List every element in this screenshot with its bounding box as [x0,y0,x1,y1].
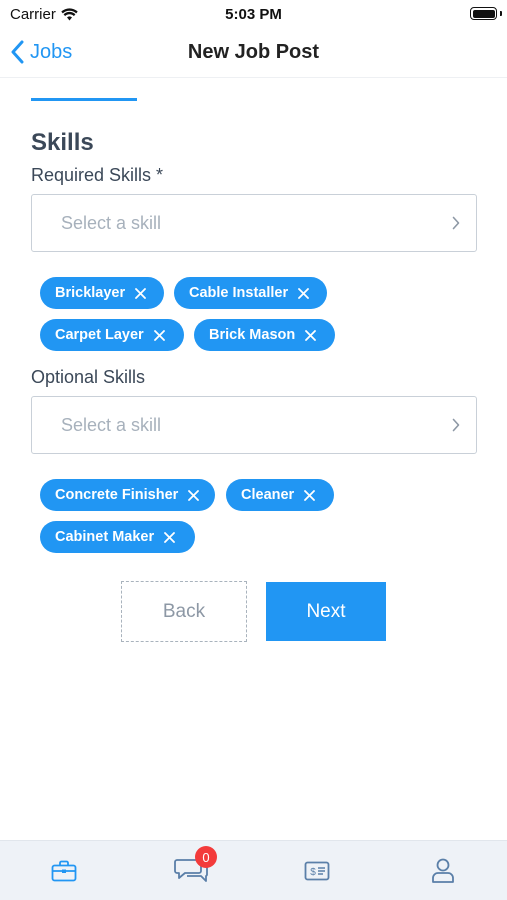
skill-chip-label: Concrete Finisher [55,487,179,503]
close-icon [188,489,200,501]
required-skill-select[interactable]: Select a skill [31,194,477,252]
optional-skill-placeholder: Select a skill [61,414,162,435]
battery-icon [470,7,497,20]
skill-chip-label: Bricklayer [55,285,126,301]
skill-chip-label: Cable Installer [189,285,289,301]
skill-chip: Concrete Finisher [40,479,215,511]
remove-skill-button[interactable] [164,531,176,543]
skill-chip-label: Carpet Layer [55,327,144,343]
remove-skill-button[interactable] [188,489,200,501]
optional-skill-select[interactable]: Select a skill [31,396,477,454]
section-title: Skills [31,129,94,156]
required-skill-placeholder: Select a skill [61,212,162,233]
close-icon [153,329,165,341]
status-bar: Carrier 5:03 PM [0,0,507,28]
skill-chip-label: Brick Mason [209,327,296,343]
tab-invoices[interactable]: $ [287,841,347,900]
skill-chip: Carpet Layer [40,319,184,351]
battery-tip [500,11,502,16]
messages-badge: 0 [195,846,217,868]
invoice-icon: $ [304,861,330,881]
skill-chip-label: Cabinet Maker [55,529,155,545]
close-icon [305,329,317,341]
remove-skill-button[interactable] [304,489,316,501]
navigation-bar: Jobs New Job Post [0,28,507,78]
close-icon [298,287,310,299]
remove-skill-button[interactable] [153,329,165,341]
remove-skill-button[interactable] [135,287,147,299]
remove-skill-button[interactable] [305,329,317,341]
chevron-right-icon [452,418,460,432]
skill-chip: Cabinet Maker [40,521,195,553]
optional-skills-label: Optional Skills [31,367,146,387]
status-time: 5:03 PM [225,6,282,23]
skill-chip: Bricklayer [40,277,164,309]
next-button[interactable]: Next [266,582,386,641]
svg-text:$: $ [310,867,316,878]
tab-profile[interactable] [413,841,473,900]
required-skills-label: Required Skills * [31,165,164,185]
skill-chip: Cleaner [226,479,334,511]
page-title: New Job Post [187,41,320,63]
skill-chip-label: Cleaner [241,487,295,503]
skill-chip: Cable Installer [174,277,327,309]
chevron-right-icon [452,216,460,230]
briefcase-icon [51,860,77,882]
close-icon [164,531,176,543]
tab-bar: 0 $ [0,840,507,900]
close-icon [135,287,147,299]
step-progress-indicator [31,98,137,101]
close-icon [304,489,316,501]
remove-skill-button[interactable] [298,287,310,299]
skill-chip: Brick Mason [194,319,335,351]
profile-icon [432,858,454,883]
back-button[interactable]: Back [121,581,247,642]
tab-jobs[interactable] [34,841,94,900]
